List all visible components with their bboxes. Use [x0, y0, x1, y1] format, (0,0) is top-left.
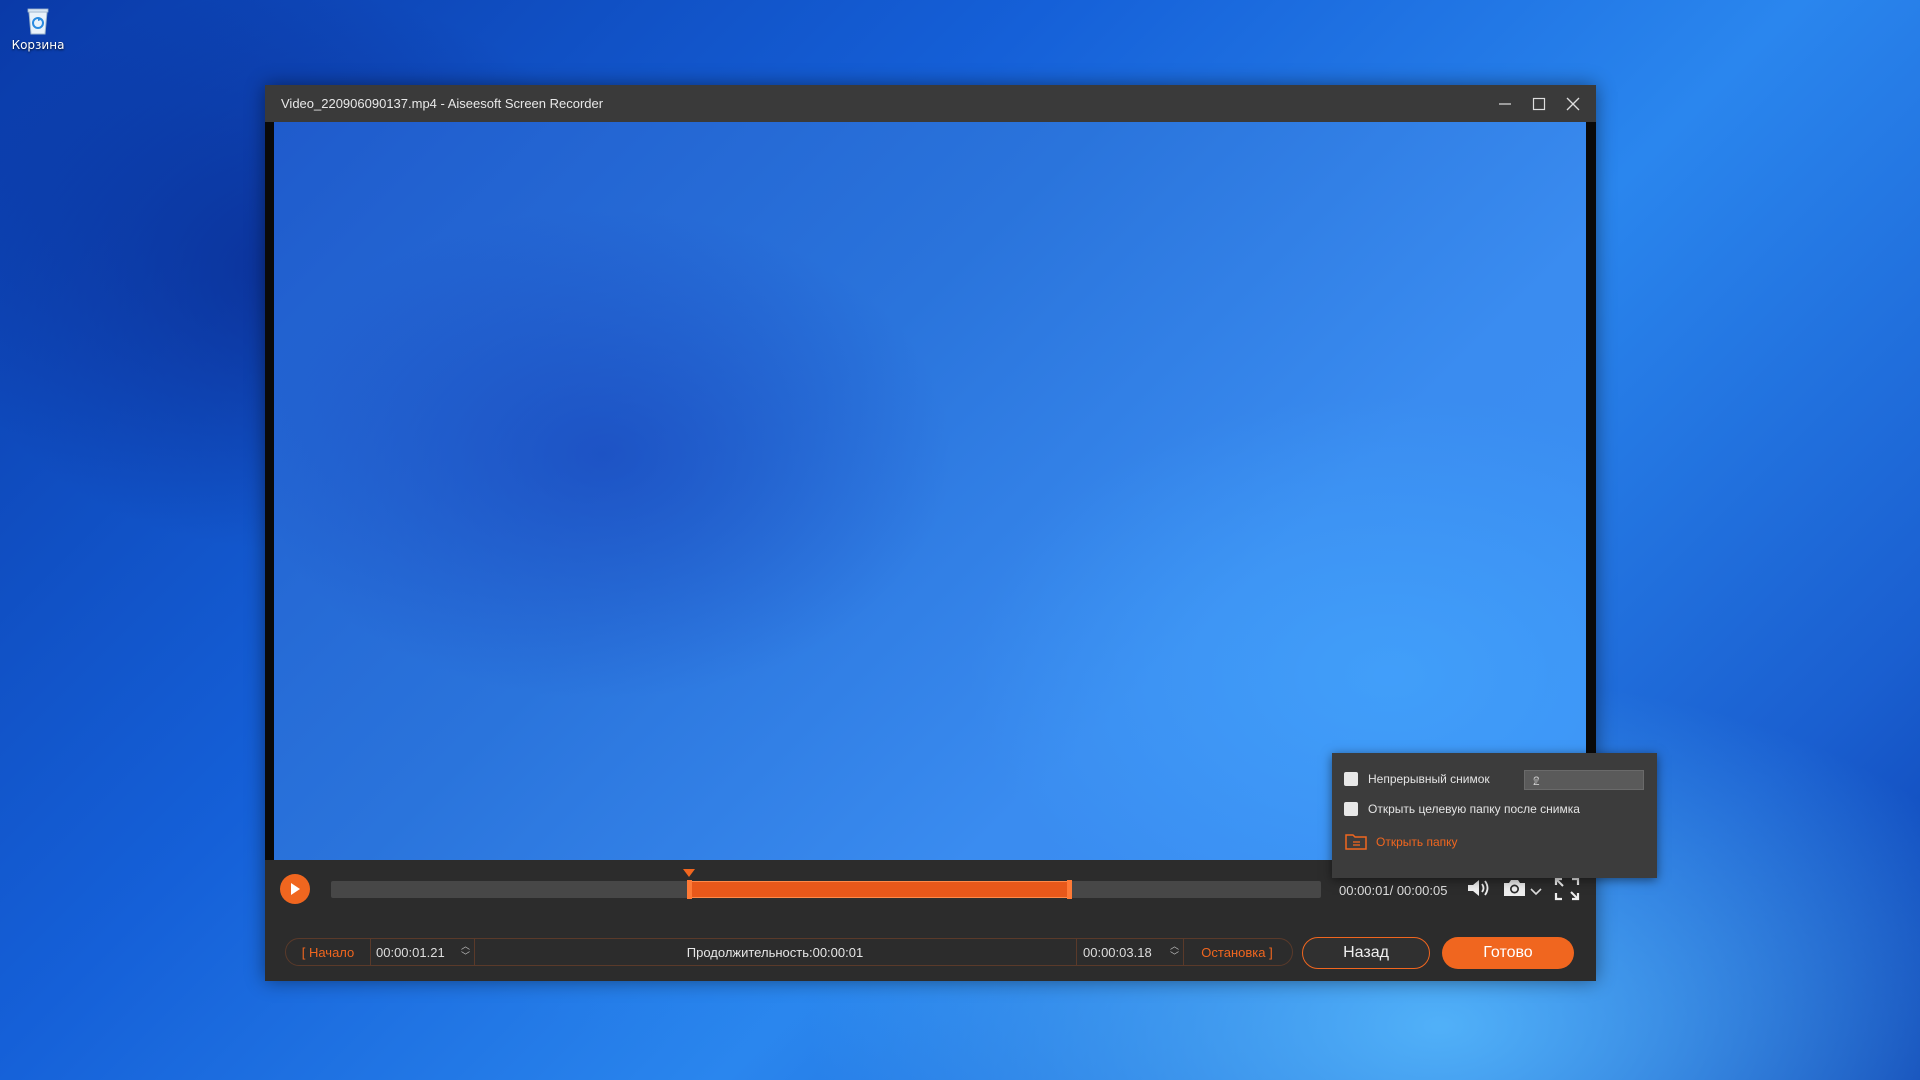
time-display: 00:00:01/ 00:00:05: [1339, 883, 1448, 898]
maximize-icon: [1532, 97, 1546, 110]
chevron-down-icon: [1530, 888, 1542, 896]
snapshot-button[interactable]: [1502, 877, 1528, 903]
trim-selection[interactable]: [689, 881, 1070, 898]
continuous-snapshot-option[interactable]: Непрерывный снимок: [1344, 772, 1490, 786]
open-folder-after-checkbox[interactable]: [1344, 802, 1358, 816]
minimize-icon: [1499, 102, 1511, 105]
video-border-left: [265, 122, 274, 860]
minimize-button[interactable]: [1488, 85, 1522, 122]
camera-icon: [1504, 880, 1525, 896]
playback-controls: 00:00:01/ 00:00:05 [Начало 00:00:01.21 …: [265, 860, 1596, 981]
open-folder-link[interactable]: Открыть папку: [1344, 833, 1458, 851]
folder-icon: [1345, 834, 1367, 850]
volume-icon: [1468, 880, 1489, 896]
playhead-marker[interactable]: [683, 869, 695, 877]
snapshot-count-select[interactable]: 2 ▾: [1524, 770, 1644, 790]
window-title: Video_220906090137.mp4 - Aiseesoft Scree…: [281, 96, 604, 111]
play-button[interactable]: [280, 874, 310, 904]
recycle-bin-shortcut[interactable]: Корзина: [8, 6, 68, 52]
end-time-field[interactable]: 00:00:03.18 ︿ ﹀: [1076, 939, 1184, 965]
end-time-value: 00:00:03.18: [1083, 945, 1152, 960]
start-time-value: 00:00:01.21: [376, 945, 445, 960]
back-button[interactable]: Назад: [1302, 937, 1430, 969]
trim-end-handle[interactable]: [1067, 880, 1072, 899]
fullscreen-button[interactable]: [1554, 877, 1580, 905]
recycle-bin-icon: [25, 6, 51, 36]
duration-label: Продолжительность:00:00:01: [686, 944, 864, 960]
set-end-button[interactable]: Остановка ]: [1182, 939, 1292, 965]
volume-button[interactable]: [1466, 877, 1492, 903]
end-time-stepper[interactable]: ︿ ﹀: [1170, 941, 1179, 961]
continuous-snapshot-checkbox[interactable]: [1344, 772, 1358, 786]
chevron-down-icon: ▾: [1533, 774, 1540, 788]
open-folder-after-label: Открыть целевую папку после снимка: [1368, 802, 1580, 816]
snapshot-dropdown[interactable]: [1530, 882, 1542, 901]
continuous-snapshot-label: Непрерывный снимок: [1368, 772, 1490, 786]
fullscreen-icon: [1554, 877, 1580, 901]
close-button[interactable]: [1556, 85, 1590, 122]
close-icon: [1566, 97, 1580, 110]
video-border-right: [1586, 122, 1596, 860]
open-folder-label: Открыть папку: [1376, 835, 1458, 849]
set-start-button[interactable]: [ Начало: [286, 939, 371, 965]
start-time-field[interactable]: 00:00:01.21 ︿ ﹀: [370, 939, 475, 965]
done-button[interactable]: Готово: [1442, 937, 1574, 969]
timeline-track[interactable]: [331, 869, 1321, 899]
title-bar[interactable]: Video_220906090137.mp4 - Aiseesoft Scree…: [265, 85, 1596, 122]
maximize-button[interactable]: [1522, 85, 1556, 122]
video-preview[interactable]: [274, 122, 1586, 860]
start-time-stepper[interactable]: ︿ ﹀: [461, 941, 470, 961]
snapshot-options-menu: Непрерывный снимок 2 ▾ Открыть целевую п…: [1332, 753, 1657, 878]
open-folder-after-option[interactable]: Открыть целевую папку после снимка: [1344, 802, 1580, 816]
trim-bar: [ Начало 00:00:01.21 ︿ ﹀ Продолжительност…: [285, 938, 1293, 966]
play-icon: [291, 883, 300, 895]
trim-start-handle[interactable]: [687, 880, 692, 899]
recycle-bin-label: Корзина: [11, 38, 65, 52]
